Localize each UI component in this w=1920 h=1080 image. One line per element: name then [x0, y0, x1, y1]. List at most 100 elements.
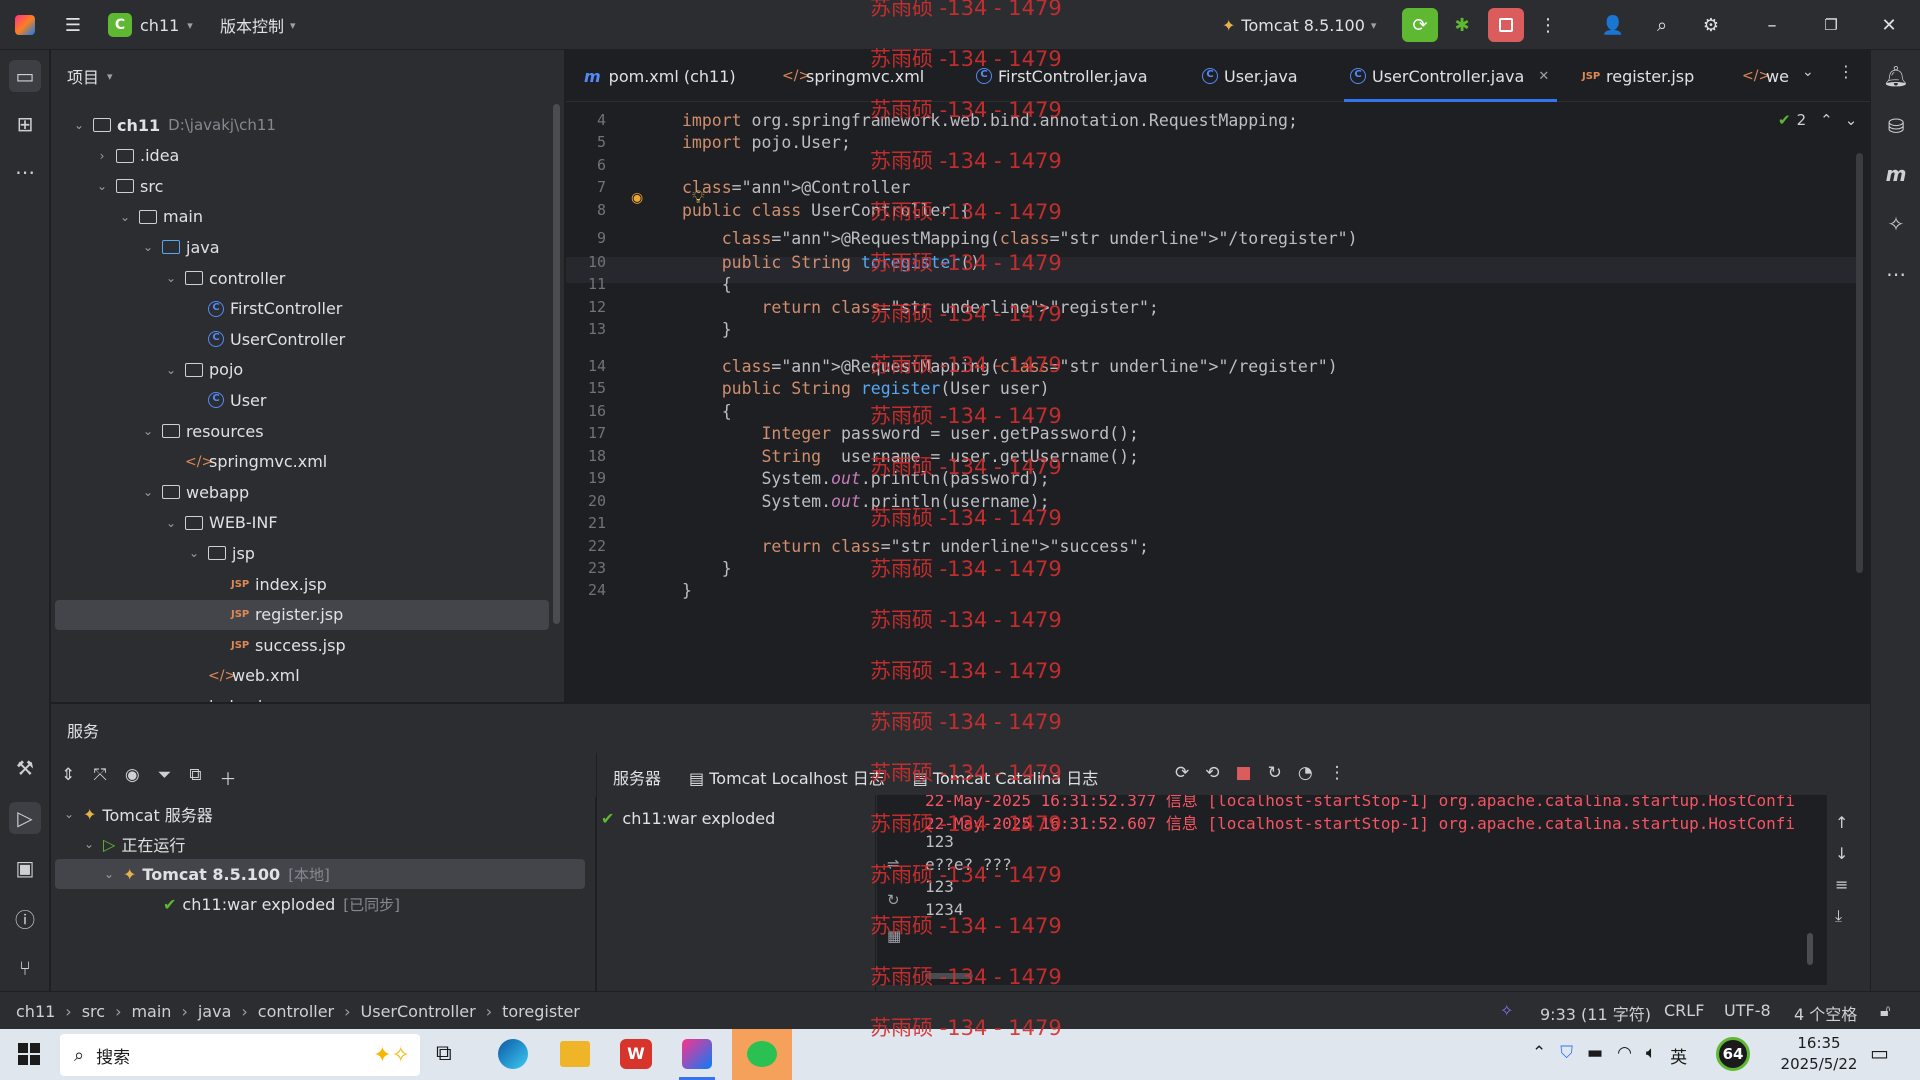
file-encoding[interactable]: UTF-8 — [1724, 1001, 1771, 1020]
breadcrumb-item[interactable]: ch11 — [16, 1002, 55, 1021]
minimize-icon[interactable]: – — [1755, 8, 1789, 42]
code-editor[interactable]: 4 import org.springframework.web.bind.ann… — [566, 103, 1870, 702]
tree-item[interactable]: </> web.xml — [51, 661, 551, 691]
chevron-right-icon[interactable]: › — [94, 149, 110, 163]
git-branch-icon[interactable]: ⑂ — [9, 952, 41, 984]
expand-all-icon[interactable]: ⇕ — [61, 765, 75, 790]
tree-item[interactable]: ⌄ controller — [51, 263, 551, 293]
wechat-taskbar-button[interactable] — [732, 1029, 792, 1080]
tab-server[interactable]: 服务器 — [613, 765, 661, 789]
project-selector[interactable]: C ch11 ▾ — [108, 8, 208, 42]
taskbar-search-box[interactable]: ⌕ 搜索 ✦✧ — [60, 1034, 420, 1076]
debug-icon[interactable]: ✱ — [1446, 8, 1478, 42]
main-menu-icon[interactable]: ☰ — [58, 8, 88, 42]
lock-icon[interactable]: 🔓︎ — [1880, 1001, 1890, 1021]
tree-item[interactable]: C FirstController — [51, 294, 551, 324]
services-node-tomcat-server[interactable]: ⌄ ✦ Tomcat 服务器 — [61, 799, 561, 829]
soft-wrap-icon[interactable]: ≡ — [1835, 875, 1848, 894]
structure-icon[interactable]: ⊞ — [9, 108, 41, 140]
task-view-icon[interactable]: ⧉ — [436, 1041, 452, 1066]
tree-item[interactable]: ⌄ jsp — [51, 538, 551, 568]
terminal-icon[interactable]: ▣ — [9, 852, 41, 884]
notifications-bell-icon[interactable]: 🔔︎ — [1880, 60, 1912, 92]
intellij-taskbar-icon[interactable] — [682, 1039, 712, 1069]
log-scrollbar[interactable] — [1807, 933, 1813, 965]
filter-icon[interactable]: ⏷ — [158, 765, 172, 790]
tree-item[interactable]: › .idea — [51, 141, 551, 171]
chevron-down-icon[interactable]: ⌄ — [1845, 111, 1858, 129]
editor-scrollbar[interactable] — [1856, 153, 1863, 573]
tree-item[interactable]: JSP register.jsp — [55, 599, 549, 630]
services-node-tomcat-instance[interactable]: ⌄ ✦ Tomcat 8.5.100 [本地] — [55, 859, 585, 889]
add-icon[interactable]: ＋ — [219, 765, 236, 790]
update-icon[interactable]: ⟲ — [1205, 763, 1219, 783]
breadcrumb-item[interactable]: java — [198, 1002, 232, 1021]
soft-wrap-icon[interactable]: ⇌ — [887, 855, 901, 873]
database-icon[interactable]: ⛁ — [1880, 110, 1912, 142]
chevron-down-icon[interactable]: ⌄ — [163, 516, 179, 530]
chevron-up-icon[interactable]: ⌃ — [1532, 1043, 1546, 1068]
file-explorer-icon[interactable] — [560, 1041, 590, 1067]
tree-item[interactable]: ⌄ resources — [51, 416, 551, 446]
editor-tab[interactable]: m pom.xml (ch11) — [578, 50, 744, 102]
collapse-all-icon[interactable]: ⤧ — [93, 765, 107, 790]
stop-button[interactable] — [1488, 8, 1524, 42]
edge-browser-icon[interactable] — [498, 1039, 528, 1069]
restore-icon[interactable]: ❐ — [1814, 8, 1848, 42]
breadcrumb-item[interactable]: toregister — [502, 1002, 580, 1021]
vcs-menu[interactable]: 版本控制 ▾ — [220, 8, 310, 42]
tree-item[interactable]: ⌄ main — [51, 202, 551, 232]
breadcrumb-item[interactable]: UserController — [361, 1002, 476, 1021]
breadcrumb-item[interactable]: controller — [258, 1002, 334, 1021]
project-panel-header[interactable]: 项目 ▾ — [67, 64, 113, 88]
close-icon[interactable]: ✕ — [1872, 8, 1906, 42]
ai-assistant-icon[interactable]: ✧ — [1500, 1001, 1513, 1020]
chevron-down-icon[interactable]: ⌄ — [117, 210, 133, 224]
restart-icon[interactable]: ↻ — [1268, 763, 1282, 783]
settings-gear-icon[interactable]: ⚙ — [1694, 8, 1728, 42]
shield-icon[interactable]: ⛉ — [1560, 1043, 1573, 1068]
ime-indicator[interactable]: 英 — [1670, 1043, 1687, 1068]
intellij-logo-icon[interactable] — [10, 8, 40, 42]
scroll-down-icon[interactable]: ↓ — [1835, 844, 1848, 863]
clock[interactable]: 16:35 2025/5/22 — [1774, 1033, 1864, 1075]
stop-icon[interactable]: ■ — [1236, 763, 1252, 783]
chevron-down-icon[interactable]: ⌄ — [186, 546, 202, 560]
tree-item[interactable]: ⌄ WEB-INF — [51, 508, 551, 538]
wps-office-icon[interactable]: W — [620, 1039, 652, 1069]
tree-item[interactable]: ⌄ ch11 D:\javakj\ch11 — [51, 110, 551, 140]
indent-setting[interactable]: 4 个空格 — [1794, 1001, 1857, 1025]
tree-item[interactable]: </> springmvc.xml — [51, 447, 551, 477]
tree-item[interactable]: ⌄ webapp — [51, 477, 551, 507]
tree-item[interactable]: ⌄ java — [51, 232, 551, 262]
chevron-down-icon[interactable]: ⌄ — [140, 424, 156, 438]
volume-icon[interactable]: 🔈︎ — [1646, 1043, 1656, 1068]
chevron-down-icon[interactable]: ⌄ — [140, 485, 156, 499]
tree-item[interactable]: ⌄ src — [51, 171, 551, 201]
editor-tab[interactable]: C UserController.java ✕ — [1344, 50, 1558, 102]
close-tab-icon[interactable]: ✕ — [1538, 69, 1549, 84]
chevron-down-icon[interactable]: ⌄ — [163, 271, 179, 285]
editor-tab[interactable]: C User.java — [1196, 50, 1306, 102]
chevron-down-icon[interactable]: ⌄ — [94, 179, 110, 193]
windows-start-icon[interactable] — [18, 1043, 40, 1065]
more-actions-icon[interactable]: ⋮ — [1329, 763, 1346, 783]
dashboard-icon[interactable]: ◔ — [1298, 763, 1313, 783]
line-separator[interactable]: CRLF — [1664, 1001, 1704, 1020]
tabs-more-icon[interactable]: ⋮ — [1838, 62, 1854, 81]
add-user-icon[interactable]: 👤 — [1596, 8, 1630, 42]
tree-item[interactable]: ⌄ pojo — [51, 355, 551, 385]
scroll-up-icon[interactable]: ↑ — [1835, 813, 1848, 832]
log-console[interactable]: ⇌ ↻ ▦ 22-May-2025 16:31:52.377 信息 [local… — [877, 795, 1827, 985]
lightbulb-icon[interactable]: 💡︎ — [692, 187, 705, 208]
wifi-icon[interactable]: ◠ — [1617, 1043, 1632, 1068]
services-node-artifact[interactable]: ✔ ch11:war exploded [已同步] — [163, 889, 663, 919]
rerun-button[interactable]: ⟳ — [1402, 8, 1438, 42]
horizontal-scrollbar[interactable] — [925, 973, 973, 979]
notification-center-icon[interactable]: ▭ — [1870, 1041, 1889, 1065]
search-icon[interactable]: ⌕ — [1645, 8, 1679, 42]
services-icon[interactable]: ▷ — [9, 802, 41, 834]
more-tools-icon[interactable]: ⋯ — [9, 156, 41, 188]
bean-icon[interactable]: ◉ — [631, 190, 643, 206]
chevron-up-icon[interactable]: ⌃ — [1820, 111, 1833, 129]
